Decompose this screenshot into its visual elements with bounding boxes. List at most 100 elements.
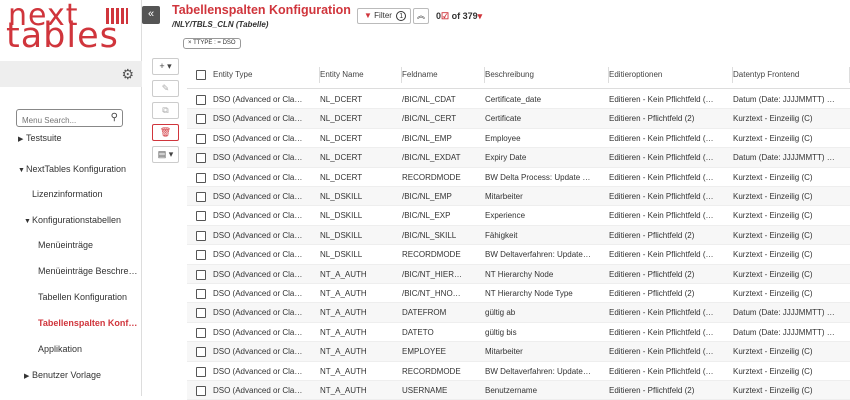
sidebar-item-testsuite[interactable]: ▶ Testsuite [18, 133, 138, 143]
table-row[interactable]: DSO (Advanced or Cla… NL_DSKILL RECORDMODE… [187, 245, 850, 265]
table-row[interactable]: DSO (Advanced or Cla… NL_DCERT/BIC/NL_CDA… [187, 90, 850, 110]
collapse-filter-button[interactable]: ︽ [413, 8, 429, 24]
active-filter-chip[interactable]: × TTYPE : = DSO [183, 38, 241, 49]
table-row[interactable]: DSO (Advanced or Cla… NT_A_AUTH/BIC/NT_HN… [187, 284, 850, 304]
table-row[interactable]: DSO (Advanced or Cla… NL_DSKILL/BIC/NL_EX… [187, 206, 850, 226]
column-header-beschreibung[interactable]: Beschreibung [485, 62, 609, 88]
row-checkbox[interactable] [196, 327, 206, 338]
column-header-entity-type[interactable]: Entity Type [213, 62, 320, 88]
cell-feldname: /BIC/NL_EXDAT [402, 153, 461, 163]
page-subtitle: /NLY/TBLS_CLN (Tabelle) [172, 20, 269, 29]
gear-icon[interactable]: ⚙ [121, 66, 134, 83]
column-header-datentyp-frontend[interactable]: Datentyp Frontend [733, 62, 850, 88]
search-icon[interactable]: ⚲ [111, 112, 118, 123]
caret-right-icon: ▶ [24, 373, 30, 380]
cell-feldname: USERNAME [402, 386, 448, 395]
sidebar-item-label: Lizenzinformation [32, 189, 103, 199]
edit-button[interactable]: ✎ [152, 80, 179, 97]
sidebar-item-benutzer-vorlage[interactable]: ▶ Benutzer Vorlage [24, 370, 138, 380]
cell-beschreibung: gültig ab [485, 308, 516, 318]
copy-button[interactable]: ⧉ [152, 102, 179, 119]
row-checkbox[interactable] [196, 366, 206, 377]
sidebar-item-lizenzinformation[interactable]: Lizenzinformation [32, 189, 138, 199]
table-row[interactable]: DSO (Advanced or Cla… NT_A_AUTH USERNAME Be… [187, 381, 850, 400]
column-header-label: Datentyp Frontend [733, 70, 800, 79]
row-checkbox[interactable] [196, 172, 206, 183]
sidebar-item-label: Applikation [38, 344, 83, 354]
cell-entity-type: DSO (Advanced or Cla… [213, 308, 303, 318]
cell-datentyp-frontend: Datum (Date: JJJJMMTT) … [733, 95, 835, 104]
cell-entity-name: NT_A_AUTH [320, 289, 367, 298]
export-button[interactable]: ▤ ▾ [152, 146, 179, 163]
column-header-editieroptionen[interactable]: Editieroptionen [609, 62, 733, 88]
delete-button[interactable]: 🗑 [152, 124, 179, 141]
filter-label: Filter [374, 11, 392, 20]
table-row[interactable]: DSO (Advanced or Cla… NL_DCERT RECORDMODE B… [187, 168, 850, 187]
table-row[interactable]: DSO (Advanced or Cla… NT_A_AUTH RECORDMODE… [187, 362, 850, 381]
cell-entity-type: DSO (Advanced or Cla… [213, 347, 303, 357]
filter-icon: ▼ [364, 11, 372, 20]
cell-entity-type: DSO (Advanced or Cla… [213, 327, 303, 337]
cell-entity-name: NT_A_AUTH [320, 366, 367, 376]
row-checkbox[interactable] [196, 153, 206, 164]
sidebar-item-konfigurationstabellen[interactable]: ▼Konfigurationstabellen [24, 215, 138, 225]
table-row[interactable]: DSO (Advanced or Cla… NL_DSKILL/BIC/NL_EM… [187, 187, 850, 207]
row-checkbox[interactable] [196, 347, 206, 358]
column-header-label: Entity Type [213, 70, 253, 79]
sidebar-settings-bar: ⚙ [0, 61, 142, 87]
table-header: Entity Type Entity Name Feldname Beschreibu… [187, 62, 850, 89]
row-checkbox[interactable] [196, 269, 206, 280]
sidebar-item-applikation[interactable]: Applikation [38, 344, 138, 354]
row-checkbox[interactable] [196, 308, 206, 319]
column-header-feldname[interactable]: Feldname [402, 62, 485, 88]
cell-entity-type: DSO (Advanced or Cla… [213, 289, 303, 298]
column-header-label: Feldname [402, 70, 438, 79]
column-header-label: Entity Name [320, 70, 364, 79]
cell-entity-type: DSO (Advanced or Cla… [213, 95, 303, 104]
cell-beschreibung: Expiry Date [485, 153, 527, 163]
cell-entity-type: DSO (Advanced or Cla… [213, 386, 303, 395]
table-row[interactable]: DSO (Advanced or Cla… NL_DSKILL/BIC/NL_SK… [187, 225, 850, 246]
filter-button[interactable]: ▼ Filter 1 [357, 8, 411, 24]
sidebar-item-nexttables-konfiguration[interactable]: ▼NextTables Konfiguration [18, 164, 138, 174]
add-button[interactable]: + ▾ [152, 58, 179, 75]
row-checkbox[interactable] [196, 192, 206, 202]
cell-entity-name: NT_A_AUTH [320, 308, 367, 318]
cell-beschreibung: Benutzername [485, 386, 538, 395]
table-row[interactable]: DSO (Advanced or Cla… NL_DCERT/BIC/NL_CER… [187, 109, 850, 129]
table-row[interactable]: DSO (Advanced or Cla… NL_DCERT/BIC/NL_EMP… [187, 129, 850, 149]
row-checkbox[interactable] [196, 133, 206, 144]
table-row[interactable]: DSO (Advanced or Cla… NT_A_AUTH DATETO gült… [187, 323, 850, 343]
sidebar-item-menueintraege[interactable]: Menüeinträge [38, 240, 138, 250]
column-header-entity-name[interactable]: Entity Name [320, 62, 402, 88]
select-all-checkbox[interactable] [196, 70, 206, 80]
row-checkbox[interactable] [196, 250, 206, 261]
menu-search-input[interactable] [17, 112, 107, 129]
menu-search[interactable]: ⚲ [16, 109, 123, 129]
row-checkbox[interactable] [196, 230, 206, 241]
table-row[interactable]: DSO (Advanced or Cla… NL_DCERT/BIC/NL_EXD… [187, 148, 850, 168]
table-row[interactable]: DSO (Advanced or Cla… NT_A_AUTH DATEFROM gü… [187, 303, 850, 323]
row-checkbox[interactable] [196, 95, 206, 105]
cell-entity-name: NL_DCERT [320, 153, 363, 163]
sidebar-item-tabellen-konfiguration[interactable]: Tabellen Konfiguration [38, 292, 138, 302]
sidebar: next tables ⚙ ⚲ ▶Testsuite▼NextTables Ko… [0, 0, 142, 396]
sidebar-item-menueintraege-beschreibung[interactable]: Menüeinträge Beschre… [38, 266, 138, 276]
row-checkbox[interactable] [196, 289, 206, 299]
cell-datentyp-frontend: Datum (Date: JJJJMMTT) … [733, 308, 835, 318]
row-checkbox[interactable] [196, 386, 206, 396]
cell-feldname: /BIC/NL_SKILL [402, 230, 457, 240]
cell-feldname: DATEFROM [402, 308, 447, 318]
table-row[interactable]: DSO (Advanced or Cla… NT_A_AUTH EMPLOYEE Mi… [187, 342, 850, 362]
cell-editieroptionen: Editieren - Kein Pflichtfeld (… [609, 327, 714, 337]
table-row[interactable]: DSO (Advanced or Cla… NT_A_AUTH/BIC/NT_HI… [187, 264, 850, 284]
sidebar-item-tabellenspalten-konfiguration[interactable]: Tabellenspalten Konfi… [38, 318, 138, 328]
row-checkbox[interactable] [196, 114, 206, 125]
row-checkbox[interactable] [196, 211, 206, 222]
cell-entity-name: NT_A_AUTH [320, 269, 367, 279]
cell-editieroptionen: Editieren - Kein Pflichtfeld (… [609, 347, 714, 357]
cell-feldname: /BIC/NL_CDAT [402, 95, 456, 104]
sidebar-item-label: Tabellenspalten Konfi… [38, 318, 138, 328]
collapse-sidebar-button[interactable]: « [142, 6, 160, 24]
sidebar-item-label: Menüeinträge Beschre… [38, 266, 138, 276]
